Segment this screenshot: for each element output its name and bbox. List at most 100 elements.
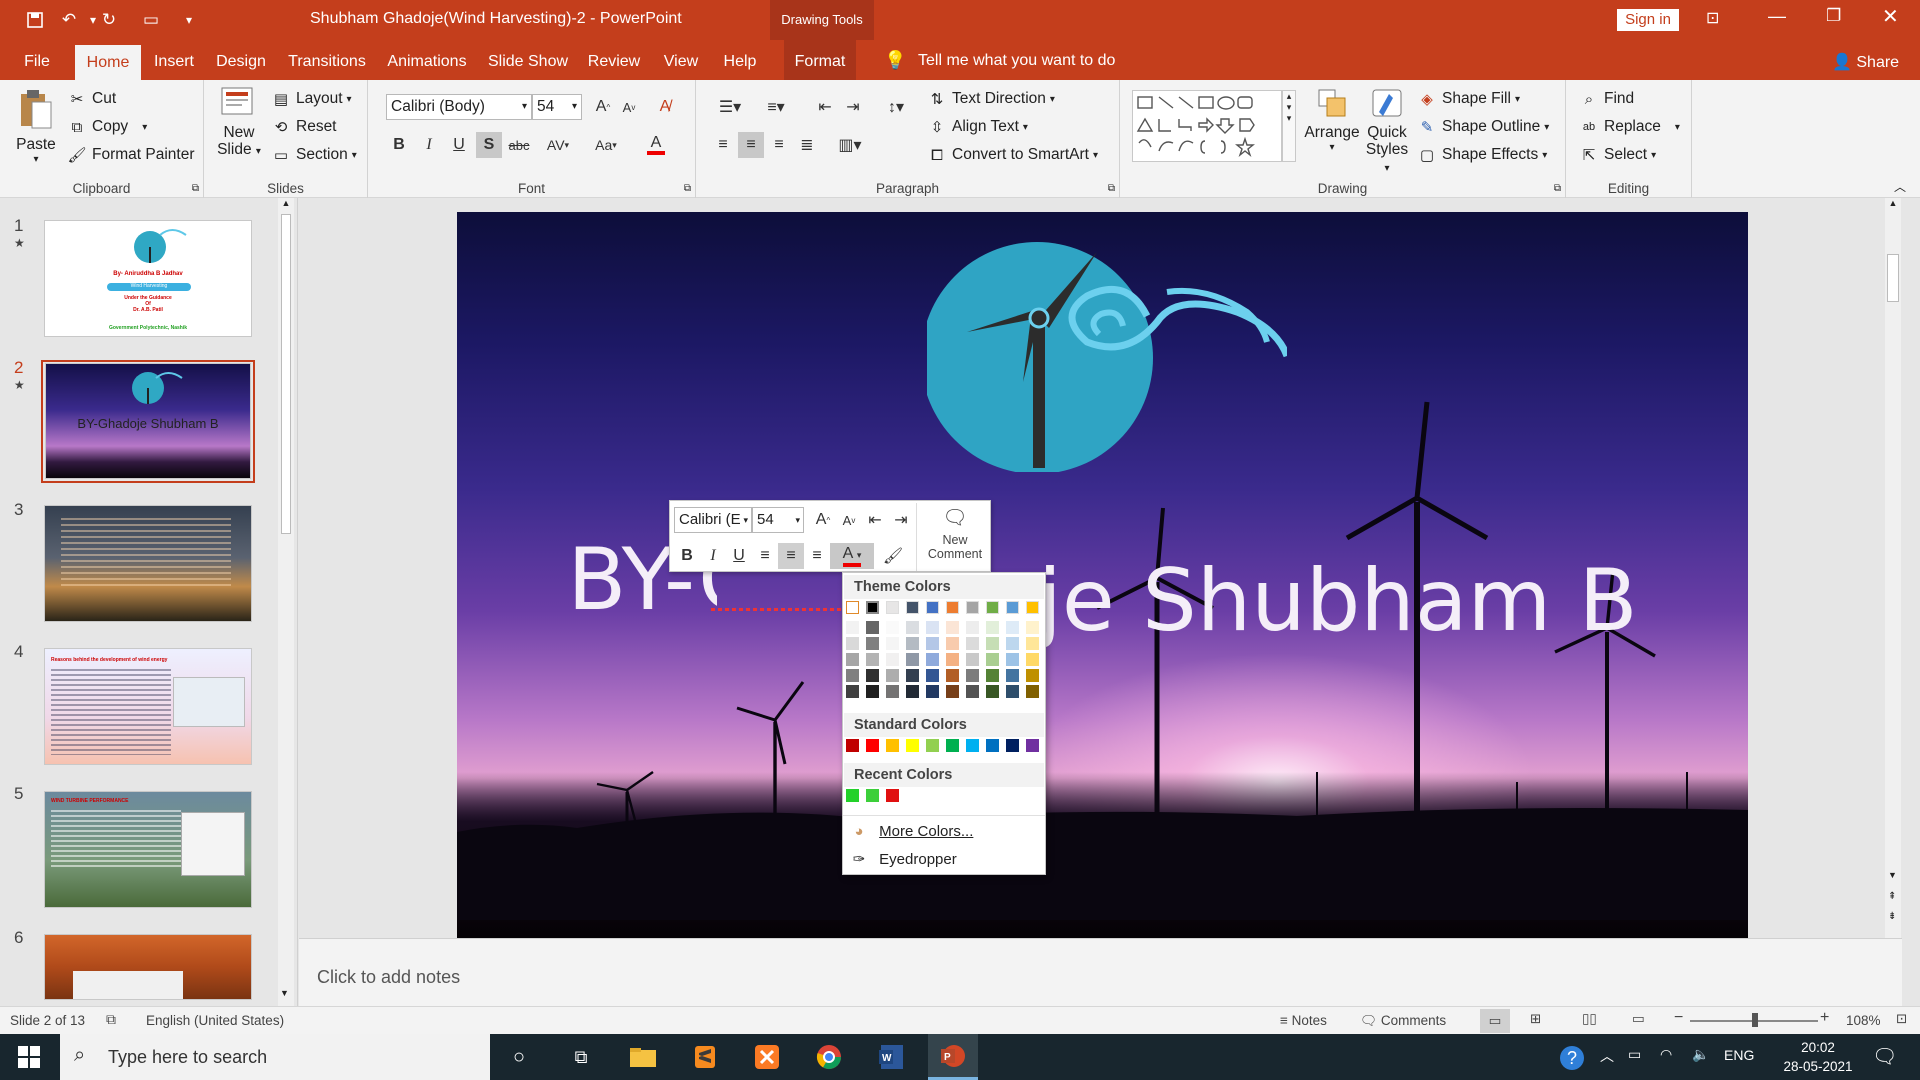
- theme-color-swatch[interactable]: [1006, 669, 1019, 682]
- font-color-button[interactable]: A: [636, 132, 676, 158]
- theme-color-swatch[interactable]: [846, 669, 859, 682]
- mini-format-painter-icon[interactable]: 🖌: [880, 543, 906, 569]
- eyedropper-item[interactable]: ✑ Eyedropper: [847, 847, 1041, 873]
- change-case-button[interactable]: Aa ▾: [586, 132, 626, 158]
- canvas-scroll-thumb[interactable]: [1887, 254, 1899, 302]
- slide-thumbnail-1[interactable]: By- Aniruddha B Jadhav Wind Harvesting U…: [44, 220, 252, 337]
- zoom-out-icon[interactable]: −: [1674, 1009, 1683, 1027]
- theme-color-swatch[interactable]: [926, 669, 939, 682]
- theme-color-swatch[interactable]: [846, 601, 859, 614]
- quick-styles-button[interactable]: Quick Styles ▾: [1362, 86, 1412, 177]
- align-center-icon[interactable]: ≡: [738, 132, 764, 158]
- select-button[interactable]: ⇱ Select ▾: [1580, 142, 1656, 168]
- theme-color-swatch[interactable]: [1006, 621, 1019, 634]
- cortana-icon[interactable]: ○: [494, 1034, 544, 1080]
- powerpoint-icon[interactable]: P: [928, 1034, 978, 1080]
- slide-sorter-icon[interactable]: ⊞: [1530, 1011, 1541, 1027]
- mini-grow-font-icon[interactable]: A ^: [810, 507, 836, 533]
- fit-to-window-icon[interactable]: ⊡: [1896, 1011, 1907, 1027]
- theme-color-swatch[interactable]: [906, 621, 919, 634]
- shapes-gallery[interactable]: [1132, 90, 1282, 162]
- tab-home[interactable]: Home: [75, 45, 141, 80]
- align-left-icon[interactable]: ≡: [710, 132, 736, 158]
- taskbar-search-box[interactable]: ⌕ Type here to search: [60, 1034, 490, 1080]
- save-icon[interactable]: [22, 8, 48, 32]
- previous-slide-icon[interactable]: ⇞: [1888, 892, 1896, 902]
- standard-color-swatch[interactable]: [866, 739, 879, 752]
- slide-thumbnail-4[interactable]: Reasons behind the development of wind e…: [44, 648, 252, 765]
- standard-color-swatch[interactable]: [946, 739, 959, 752]
- standard-color-swatch[interactable]: [1026, 739, 1039, 752]
- theme-color-swatch[interactable]: [966, 601, 979, 614]
- standard-color-swatch[interactable]: [886, 739, 899, 752]
- theme-color-swatch[interactable]: [1006, 653, 1019, 666]
- cut-button[interactable]: ✂ Cut: [68, 86, 116, 112]
- theme-color-swatch[interactable]: [986, 621, 999, 634]
- word-icon[interactable]: W: [866, 1034, 916, 1080]
- thumbnails-scrollbar[interactable]: ▲: [278, 198, 294, 1006]
- standard-color-swatch[interactable]: [966, 739, 979, 752]
- italic-button[interactable]: I: [416, 132, 442, 158]
- underline-button[interactable]: U: [446, 132, 472, 158]
- spelling-check-icon[interactable]: ⧉: [106, 1011, 116, 1028]
- battery-icon[interactable]: ▭: [1628, 1046, 1641, 1063]
- mini-font-color-button[interactable]: A ▾: [830, 543, 874, 569]
- copy-button[interactable]: ⧉ Copy ▾: [68, 114, 148, 140]
- theme-color-swatch[interactable]: [866, 621, 879, 634]
- theme-color-swatch[interactable]: [906, 601, 919, 614]
- xampp-icon[interactable]: [742, 1034, 792, 1080]
- font-size-combo[interactable]: 54 ▾: [532, 94, 582, 120]
- theme-color-swatch[interactable]: [1026, 653, 1039, 666]
- theme-color-swatch[interactable]: [946, 621, 959, 634]
- bullets-icon[interactable]: ☰▾: [710, 94, 750, 120]
- theme-color-swatch[interactable]: [1006, 601, 1019, 614]
- theme-color-swatch[interactable]: [946, 669, 959, 682]
- standard-color-swatch[interactable]: [846, 739, 859, 752]
- dialog-launcher-icon[interactable]: ⧉: [192, 183, 199, 194]
- theme-color-swatch[interactable]: [906, 685, 919, 698]
- task-view-icon[interactable]: ⧉: [556, 1034, 606, 1080]
- theme-color-swatch[interactable]: [846, 685, 859, 698]
- slide-thumbnail-5[interactable]: WIND TURBINE PERFORMANCE: [44, 791, 252, 908]
- zoom-in-icon[interactable]: +: [1820, 1009, 1829, 1027]
- sublime-text-icon[interactable]: [680, 1034, 730, 1080]
- mini-underline-button[interactable]: U: [726, 543, 752, 569]
- tab-transitions[interactable]: Transitions: [285, 40, 369, 80]
- close-button[interactable]: ✕: [1882, 4, 1899, 29]
- theme-color-swatch[interactable]: [846, 653, 859, 666]
- find-button[interactable]: ⌕ Find: [1580, 86, 1634, 112]
- collapse-ribbon-icon[interactable]: ︿: [1894, 178, 1906, 195]
- ribbon-display-options-icon[interactable]: ⊡: [1706, 8, 1719, 28]
- show-hidden-icons[interactable]: ︿: [1600, 1046, 1614, 1066]
- theme-color-swatch[interactable]: [886, 601, 899, 614]
- mini-align-left-icon[interactable]: ≡: [752, 543, 778, 569]
- font-name-combo[interactable]: Calibri (Body) ▾: [386, 94, 532, 120]
- theme-color-swatch[interactable]: [1026, 637, 1039, 650]
- file-explorer-icon[interactable]: [618, 1034, 668, 1080]
- input-language[interactable]: ENG: [1724, 1047, 1754, 1063]
- theme-color-swatch[interactable]: [846, 621, 859, 634]
- zoom-level[interactable]: 108%: [1846, 1013, 1881, 1028]
- theme-color-swatch[interactable]: [866, 653, 879, 666]
- volume-icon[interactable]: 🔈: [1692, 1046, 1709, 1063]
- slide-thumbnail-3[interactable]: [44, 505, 252, 622]
- redo-icon[interactable]: ↻: [96, 8, 122, 32]
- theme-color-swatch[interactable]: [1026, 669, 1039, 682]
- recent-color-swatch[interactable]: [886, 789, 899, 802]
- new-slide-button[interactable]: New Slide ▾: [214, 86, 264, 160]
- theme-color-swatch[interactable]: [886, 637, 899, 650]
- clock[interactable]: 20:02 28-05-2021: [1768, 1038, 1868, 1076]
- layout-button[interactable]: ▤ Layout ▾: [272, 86, 352, 112]
- theme-color-swatch[interactable]: [906, 653, 919, 666]
- tab-format[interactable]: Format: [784, 40, 856, 80]
- normal-view-icon[interactable]: ▭: [1480, 1009, 1510, 1033]
- comments-button[interactable]: 🗨 Comments: [1360, 1013, 1446, 1029]
- theme-color-swatch[interactable]: [986, 669, 999, 682]
- drawing-dialog-launcher-icon[interactable]: ⧉: [1554, 183, 1561, 194]
- slide-title[interactable]: BY-Goje Shubham B: [457, 530, 1748, 651]
- theme-color-swatch[interactable]: [906, 637, 919, 650]
- strikethrough-button[interactable]: abc: [506, 132, 532, 158]
- sign-in-button[interactable]: Sign in: [1617, 9, 1679, 31]
- bold-button[interactable]: B: [386, 132, 412, 158]
- tab-insert[interactable]: Insert: [151, 40, 197, 80]
